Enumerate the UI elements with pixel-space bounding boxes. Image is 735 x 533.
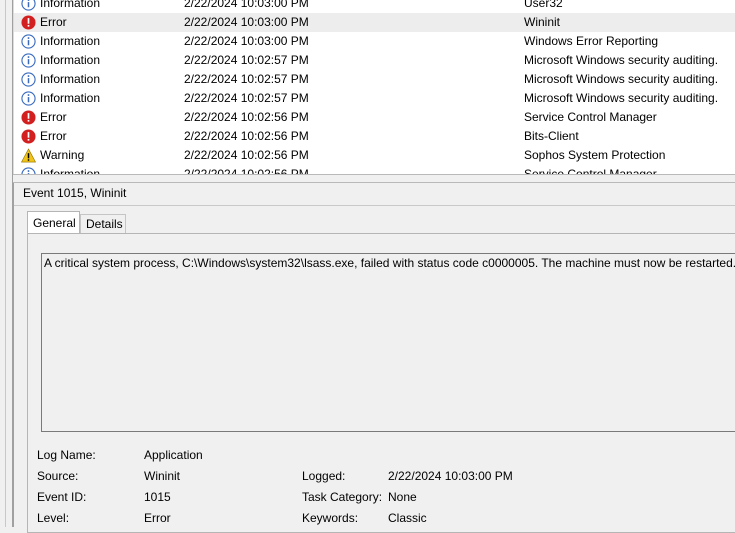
event-row[interactable]: Information 2/22/2024 10:02:56 PM Servic… bbox=[14, 165, 735, 174]
event-row-selected[interactable]: Error 2/22/2024 10:03:00 PM Wininit bbox=[14, 13, 735, 32]
event-level: Warning bbox=[40, 148, 85, 162]
event-date: 2/22/2024 10:02:57 PM bbox=[184, 72, 309, 86]
information-icon bbox=[21, 53, 36, 68]
event-row[interactable]: Information 2/22/2024 10:03:00 PM User32 bbox=[14, 0, 735, 13]
information-icon bbox=[21, 72, 36, 87]
event-source: Bits-Client bbox=[524, 129, 579, 143]
event-date: 2/22/2024 10:02:56 PM bbox=[184, 129, 309, 143]
task-category-value: None bbox=[388, 490, 417, 504]
event-date: 2/22/2024 10:02:57 PM bbox=[184, 91, 309, 105]
event-source: Wininit bbox=[524, 15, 561, 29]
warning-icon bbox=[21, 148, 36, 163]
logged-value: 2/22/2024 10:03:00 PM bbox=[388, 469, 513, 483]
level-label: Level: bbox=[37, 511, 70, 525]
event-row[interactable]: Error 2/22/2024 10:02:56 PM Service Cont… bbox=[14, 108, 735, 127]
event-source: Microsoft Windows security auditing. bbox=[524, 91, 719, 105]
event-source: Service Control Manager bbox=[524, 167, 657, 174]
level-value: Error bbox=[144, 511, 171, 525]
event-date: 2/22/2024 10:02:56 PM bbox=[184, 167, 309, 174]
event-date: 2/22/2024 10:02:56 PM bbox=[184, 110, 309, 124]
event-source: Service Control Manager bbox=[524, 110, 657, 124]
event-level: Error bbox=[40, 15, 67, 29]
information-icon bbox=[21, 167, 36, 174]
keywords-value: Classic bbox=[388, 511, 427, 525]
event-message-box[interactable]: A critical system process, C:\Windows\sy… bbox=[41, 253, 735, 432]
event-row[interactable]: Information 2/22/2024 10:02:57 PM Micros… bbox=[14, 89, 735, 108]
tab-details[interactable]: Details bbox=[80, 214, 126, 233]
event-date: 2/22/2024 10:03:00 PM bbox=[184, 0, 309, 10]
event-date: 2/22/2024 10:02:57 PM bbox=[184, 53, 309, 67]
task-category-label: Task Category: bbox=[302, 490, 383, 504]
divider bbox=[14, 205, 735, 206]
event-date: 2/22/2024 10:03:00 PM bbox=[184, 15, 309, 29]
event-date: 2/22/2024 10:03:00 PM bbox=[184, 34, 309, 48]
log-name-label: Log Name: bbox=[37, 448, 96, 462]
event-detail-pane: Event 1015, Wininit General Details A cr… bbox=[13, 183, 735, 533]
event-row[interactable]: Warning 2/22/2024 10:02:56 PM Sophos Sys… bbox=[14, 146, 735, 165]
event-level: Information bbox=[40, 34, 101, 48]
information-icon bbox=[21, 34, 36, 49]
event-row[interactable]: Information 2/22/2024 10:03:00 PM Window… bbox=[14, 32, 735, 51]
event-row[interactable]: Information 2/22/2024 10:02:57 PM Micros… bbox=[14, 70, 735, 89]
event-level: Information bbox=[40, 91, 101, 105]
keywords-label: Keywords: bbox=[302, 511, 359, 525]
event-level: Information bbox=[40, 53, 101, 67]
event-level: Information bbox=[40, 0, 101, 10]
event-level: Error bbox=[40, 129, 67, 143]
event-id-label: Event ID: bbox=[37, 490, 87, 504]
information-icon bbox=[21, 91, 36, 106]
logged-label: Logged: bbox=[302, 469, 346, 483]
event-source: Sophos System Protection bbox=[524, 148, 666, 162]
left-pane-border bbox=[0, 0, 13, 527]
event-date: 2/22/2024 10:02:56 PM bbox=[184, 148, 309, 162]
pane-splitter[interactable] bbox=[13, 174, 735, 183]
log-name-value: Application bbox=[144, 448, 203, 462]
tab-general[interactable]: General bbox=[27, 211, 80, 233]
source-value: Wininit bbox=[144, 469, 181, 483]
event-id-value: 1015 bbox=[144, 490, 171, 504]
information-icon bbox=[21, 0, 36, 11]
event-row[interactable]: Error 2/22/2024 10:02:56 PM Bits-Client bbox=[14, 127, 735, 146]
error-icon bbox=[21, 15, 36, 30]
event-source: Microsoft Windows security auditing. bbox=[524, 53, 719, 67]
event-level: Information bbox=[40, 167, 101, 174]
detail-title: Event 1015, Wininit bbox=[23, 186, 127, 200]
error-icon bbox=[21, 129, 36, 144]
error-icon bbox=[21, 110, 36, 125]
event-source: User32 bbox=[524, 0, 563, 10]
event-row[interactable]: Information 2/22/2024 10:02:57 PM Micros… bbox=[14, 51, 735, 70]
event-source: Windows Error Reporting bbox=[524, 34, 659, 48]
event-list[interactable]: Information 2/22/2024 10:03:00 PM User32… bbox=[13, 0, 735, 174]
event-level: Information bbox=[40, 72, 101, 86]
event-source: Microsoft Windows security auditing. bbox=[524, 72, 719, 86]
event-level: Error bbox=[40, 110, 67, 124]
source-label: Source: bbox=[37, 469, 79, 483]
